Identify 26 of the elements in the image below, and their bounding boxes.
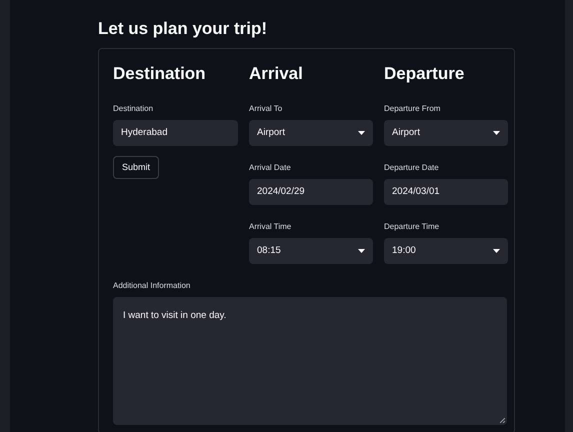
field-label: Arrival Date <box>249 163 291 173</box>
field-label: Departure Time <box>384 222 440 232</box>
dropdown-field[interactable]: Airport <box>384 120 508 146</box>
page-title: Let us plan your trip! <box>98 18 268 40</box>
column-heading: Destination <box>113 63 206 85</box>
column-heading: Departure <box>384 63 464 85</box>
field-label: Departure Date <box>384 163 439 173</box>
resize-grip-icon[interactable] <box>500 418 505 423</box>
caret-icon <box>358 131 365 135</box>
submit-button[interactable]: Submit <box>113 156 160 179</box>
caret-icon <box>493 131 500 135</box>
dropdown-field[interactable]: 08:15 <box>249 238 373 264</box>
dropdown-field[interactable]: 19:00 <box>384 238 508 264</box>
field-label: Departure From <box>384 104 440 114</box>
caret-icon <box>493 249 500 253</box>
dropdown-field[interactable]: Airport <box>249 120 373 146</box>
input-field[interactable]: 2024/02/29 <box>249 179 373 205</box>
field-label: Arrival Time <box>249 222 292 232</box>
input-field[interactable]: Hyderabad <box>113 120 238 146</box>
column-heading: Arrival <box>249 63 303 85</box>
input-field[interactable]: 2024/03/01 <box>384 179 508 205</box>
field-label: Destination <box>113 104 154 114</box>
field-label: Arrival To <box>249 104 282 114</box>
field-label: Additional Information <box>113 281 190 291</box>
text-area[interactable]: I want to visit in one day. <box>113 297 507 425</box>
caret-icon <box>358 249 365 253</box>
